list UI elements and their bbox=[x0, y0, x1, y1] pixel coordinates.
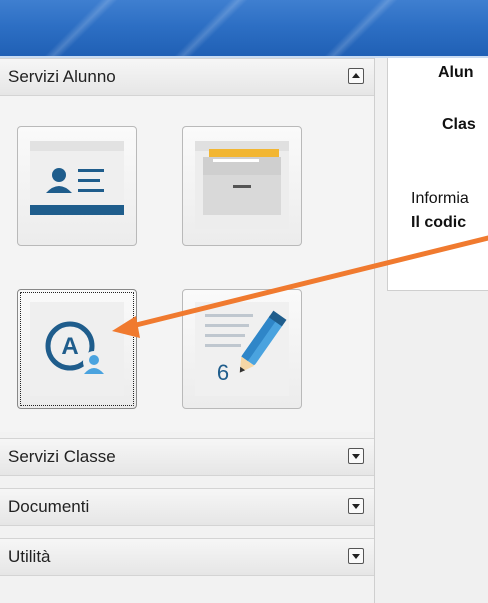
annotation-arrow bbox=[112, 235, 488, 338]
